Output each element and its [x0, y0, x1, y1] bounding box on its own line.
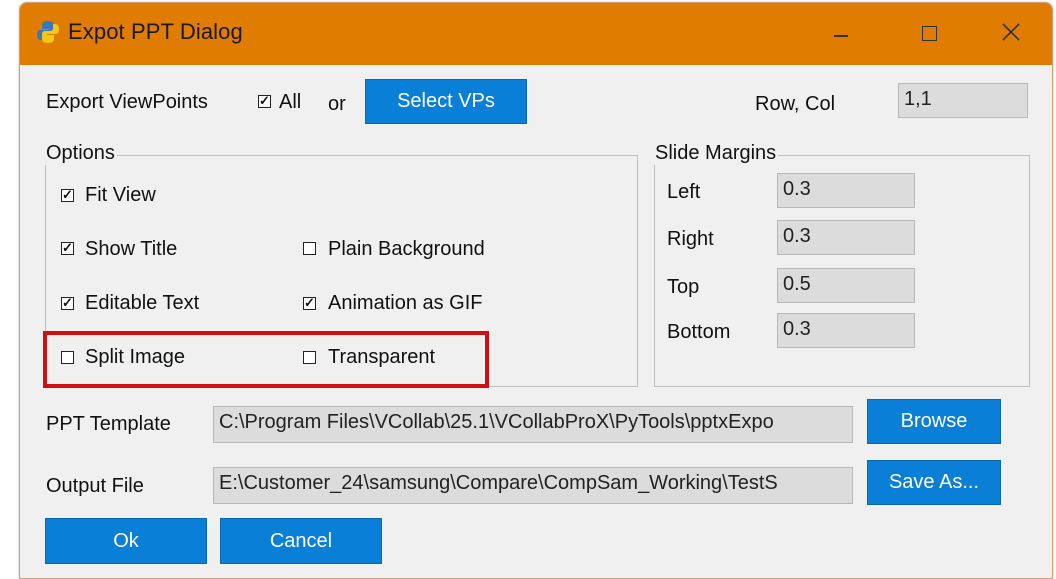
or-label: or — [328, 93, 346, 115]
close-icon — [1002, 23, 1020, 41]
close-button[interactable] — [988, 11, 1034, 55]
cancel-button[interactable]: Cancel — [220, 518, 382, 564]
output-file-field[interactable]: E:\Customer_24\samsung\Compare\CompSam_W… — [213, 467, 853, 504]
export-viewpoints-label: Export ViewPoints — [46, 91, 208, 113]
window-title: Expot PPT Dialog — [68, 19, 243, 44]
browse-button[interactable]: Browse — [867, 399, 1001, 444]
slide-margins-legend: Slide Margins — [653, 142, 779, 165]
save-as-button[interactable]: Save As... — [867, 460, 1001, 505]
fit-view-checkbox[interactable]: ✓ — [61, 188, 74, 202]
margin-top-label: Top — [667, 276, 700, 298]
export-ppt-dialog: Expot PPT Dialog Export ViewPoints ✓ All… — [19, 2, 1053, 579]
minimize-button[interactable] — [818, 11, 864, 55]
title-bar: Expot PPT Dialog — [20, 3, 1052, 65]
plain-background-checkbox[interactable] — [303, 242, 316, 255]
margin-left-field[interactable]: 0.3 — [777, 173, 915, 208]
row-col-field[interactable]: 1,1 — [898, 83, 1028, 118]
ok-button[interactable]: Ok — [45, 518, 207, 564]
animation-gif-checkbox[interactable]: ✓ — [303, 296, 316, 310]
margin-bottom-field[interactable]: 0.3 — [777, 313, 915, 348]
all-label: All — [279, 91, 302, 113]
maximize-button[interactable] — [906, 11, 952, 55]
margin-bottom-label: Bottom — [667, 321, 731, 343]
select-vps-button[interactable]: Select VPs — [365, 79, 527, 124]
ppt-template-label: PPT Template — [46, 413, 171, 435]
split-image-label: Split Image — [85, 346, 186, 368]
plain-background-label: Plain Background — [328, 238, 485, 260]
split-image-checkbox[interactable] — [61, 351, 74, 364]
fit-view-label: Fit View — [85, 184, 156, 206]
options-legend: Options — [44, 142, 117, 165]
ppt-template-field[interactable]: C:\Program Files\VCollab\25.1\VCollabPro… — [213, 406, 853, 443]
margin-right-label: Right — [667, 228, 714, 250]
margin-left-label: Left — [667, 181, 701, 203]
show-title-label: Show Title — [85, 238, 178, 260]
output-file-label: Output File — [46, 475, 144, 497]
python-app-icon — [36, 20, 60, 44]
transparent-checkbox[interactable] — [303, 351, 316, 364]
all-checkbox[interactable]: ✓ — [258, 94, 271, 108]
row-col-label: Row, Col — [755, 93, 836, 115]
margin-right-field[interactable]: 0.3 — [777, 220, 915, 255]
editable-text-checkbox[interactable]: ✓ — [61, 296, 74, 310]
margin-top-field[interactable]: 0.5 — [777, 268, 915, 303]
animation-gif-label: Animation as GIF — [328, 292, 483, 314]
editable-text-label: Editable Text — [85, 292, 200, 314]
transparent-label: Transparent — [328, 346, 436, 368]
show-title-checkbox[interactable]: ✓ — [61, 241, 74, 255]
